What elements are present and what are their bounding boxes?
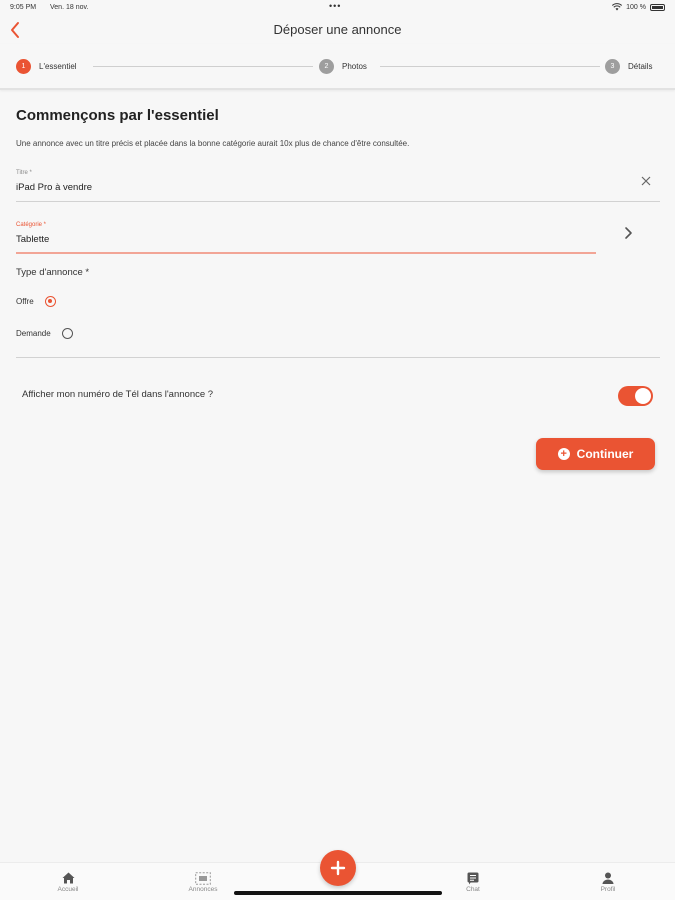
status-date: Ven. 18 nov. (50, 4, 89, 11)
section-title: Commençons par l'essentiel (16, 107, 219, 124)
category-chevron-button[interactable] (621, 225, 635, 241)
battery-percent: 100 % (626, 3, 646, 11)
radio-label: Demande (16, 329, 51, 338)
listings-icon (195, 871, 211, 885)
step-connector (380, 66, 600, 67)
chat-icon (467, 872, 479, 884)
step-details: 3 Détails (605, 59, 652, 74)
radio-offre[interactable]: Offre (16, 296, 56, 307)
step-number: 2 (319, 59, 334, 74)
status-time: 9:05 PM (10, 4, 37, 11)
profile-icon (602, 872, 614, 884)
step-number: 3 (605, 59, 620, 74)
step-label: L'essentiel (39, 62, 77, 71)
add-listing-button[interactable] (320, 850, 356, 886)
close-icon (641, 176, 651, 186)
title-input[interactable]: iPad Pro à vendre (16, 182, 92, 193)
toggle-knob (635, 388, 651, 404)
step-number: 1 (16, 59, 31, 74)
step-label: Détails (628, 62, 653, 71)
plus-circle-icon: + (557, 448, 570, 460)
step-label: Photos (342, 62, 367, 71)
wifi-icon (612, 3, 623, 11)
status-bar: 9:05 PM Ven. 18 nov. ••• 100 % (0, 0, 675, 16)
category-select[interactable]: Tablette (16, 234, 49, 245)
continue-label: Continuer (576, 447, 634, 461)
step-essentiel: 1 L'essentiel (16, 59, 77, 74)
clear-title-button[interactable] (639, 174, 653, 188)
ad-type-label: Type d'annonce * (16, 267, 90, 278)
tab-accueil[interactable]: Accueil (33, 870, 103, 893)
nav-bar: Déposer une annonce (0, 16, 675, 44)
continue-button[interactable]: + Continuer (536, 438, 655, 470)
step-photos: 2 Photos (319, 59, 367, 74)
multitasking-dots-icon[interactable]: ••• (329, 1, 341, 11)
progress-stepper: 1 L'essentiel 2 Photos 3 Détails (0, 44, 675, 90)
tab-profil[interactable]: Profil (573, 870, 643, 893)
show-phone-toggle[interactable] (618, 386, 653, 406)
home-indicator[interactable] (234, 891, 442, 895)
tab-annonces[interactable]: Annonces (168, 870, 238, 893)
show-phone-label: Afficher mon numéro de Tél dans l'annonc… (22, 389, 214, 400)
radio-button[interactable] (44, 296, 56, 307)
tab-chat[interactable]: Chat (438, 870, 508, 893)
category-underline (16, 252, 596, 254)
intro-text: Une annonce avec un titre précis et plac… (16, 139, 410, 148)
radio-label: Offre (16, 297, 34, 306)
tab-label: Profil (600, 886, 616, 893)
radio-demande[interactable]: Demande (16, 328, 73, 339)
battery-icon (650, 3, 665, 11)
home-icon (62, 872, 74, 884)
title-underline (16, 201, 660, 202)
radio-button[interactable] (61, 328, 73, 339)
section-divider (16, 357, 660, 358)
chevron-right-icon (625, 227, 632, 239)
plus-icon (330, 860, 346, 876)
step-connector (93, 66, 313, 67)
title-field-label: Titre * (16, 170, 32, 176)
category-field-label: Catégorie * (16, 222, 47, 228)
page-title: Déposer une annonce (273, 22, 402, 37)
tab-label: Annonces (188, 886, 218, 893)
tab-label: Chat (466, 886, 480, 893)
tab-label: Accueil (57, 886, 79, 893)
